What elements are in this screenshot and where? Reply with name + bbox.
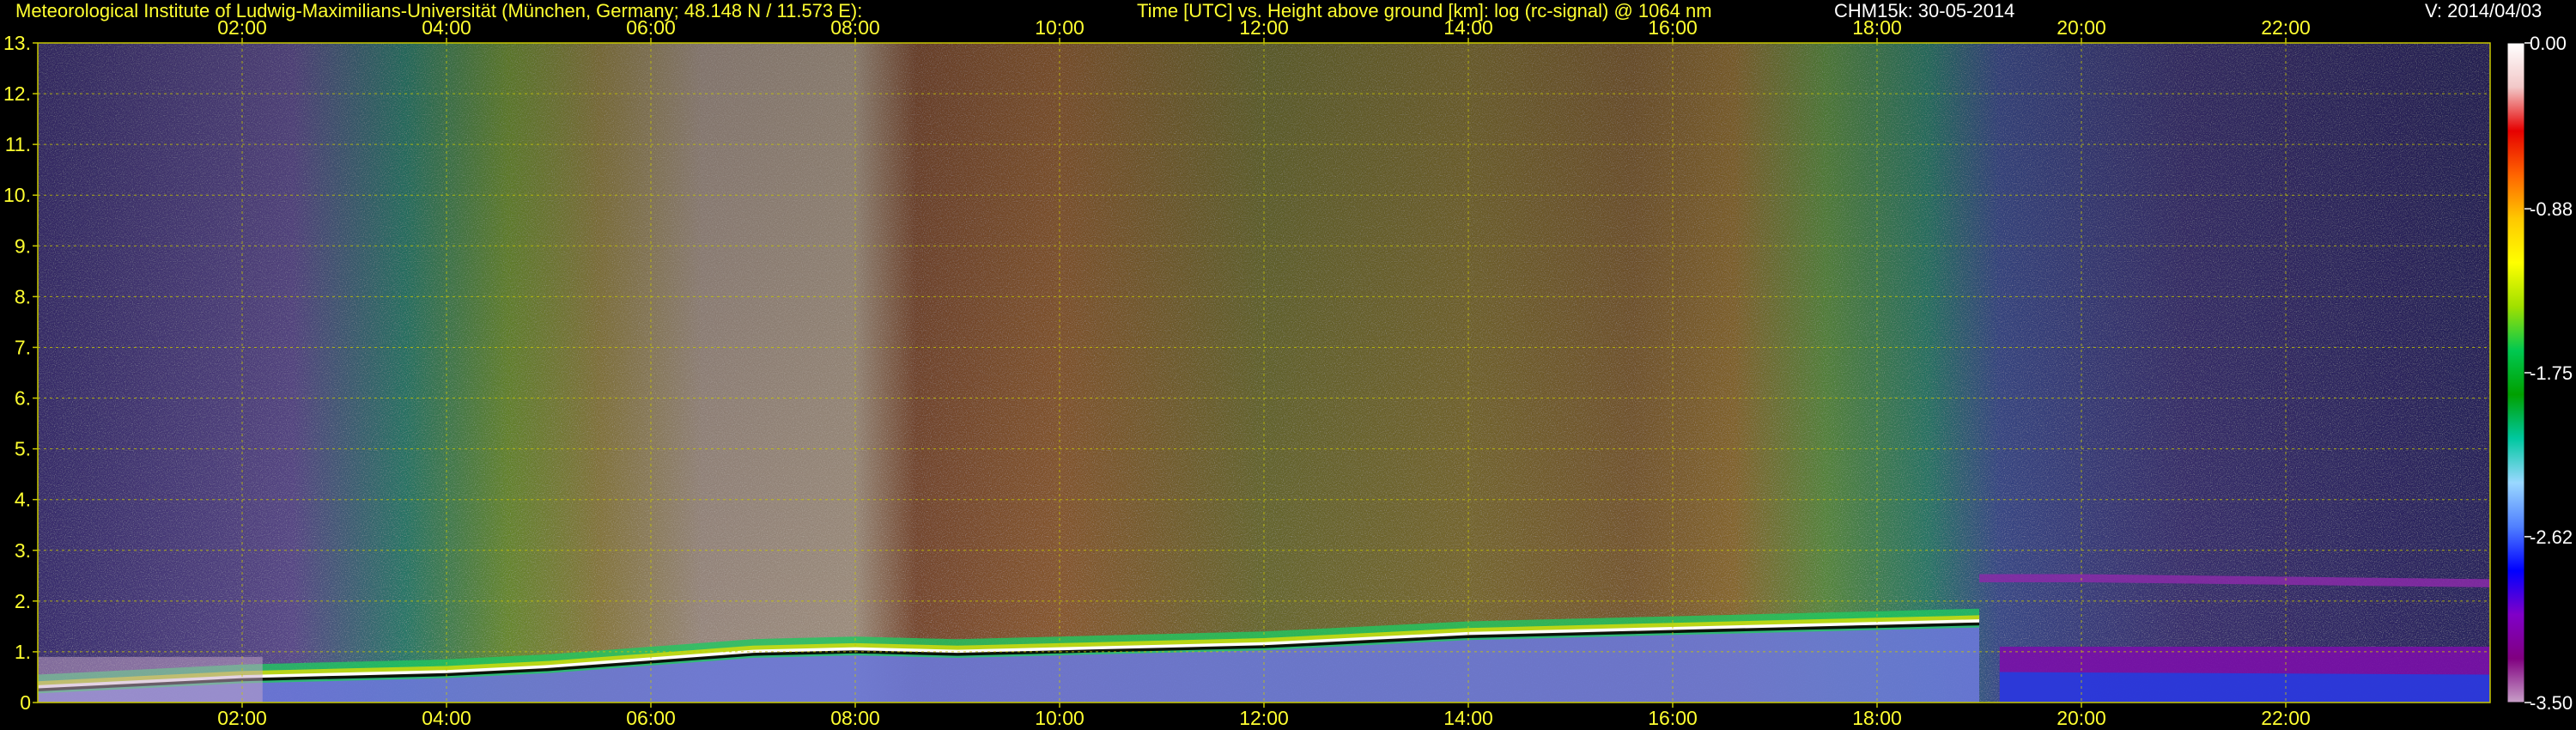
night-surface-layer	[38, 656, 263, 703]
x-tick-label-bottom: 04:00	[422, 707, 471, 729]
x-tick-label-bottom: 06:00	[626, 707, 676, 729]
y-tick-label: 4.	[15, 489, 31, 511]
y-tick-label: 6.	[15, 387, 31, 410]
colorbar-tick-label: -2.62	[2530, 526, 2573, 548]
x-tick-label-bottom: 22:00	[2261, 707, 2311, 729]
x-tick-label-top: 20:00	[2057, 16, 2106, 39]
y-axis: 0 1. 2. 3. 4. 5. 6. 7. 8. 9. 10. 11. 12. 13.	[3, 32, 38, 714]
colorbar-tick-label: -1.75	[2530, 362, 2573, 384]
colorbar-tick-label: 0.00	[2530, 33, 2567, 54]
x-tick-label-bottom: 18:00	[1852, 707, 1902, 729]
institute-label: Meteorological Institute of Ludwig-Maxim…	[15, 0, 863, 21]
y-tick-label: 5.	[15, 438, 31, 460]
y-tick-label: 8.	[15, 285, 31, 307]
colorbar-tick-label: -0.88	[2530, 198, 2573, 220]
colorbar-tick-label: -3.50	[2530, 692, 2573, 714]
x-tick-label-bottom: 16:00	[1648, 707, 1698, 729]
y-tick-label: 2.	[15, 590, 31, 612]
x-tick-label-bottom: 10:00	[1035, 707, 1084, 729]
colorbar-scale	[2506, 42, 2525, 703]
y-tick-label: 1.	[15, 641, 31, 663]
x-tick-label-bottom: 08:00	[830, 707, 880, 729]
y-tick-label: 11.	[5, 133, 31, 155]
instrument-date: CHM15k: 30-05-2014	[1834, 0, 2015, 21]
x-tick-label-top: 10:00	[1035, 16, 1084, 39]
x-tick-label-bottom: 02:00	[217, 707, 267, 729]
x-tick-label-top: 22:00	[2261, 16, 2311, 39]
x-axis-bottom: 02:00 04:00 06:00 08:00 10:00 12:00 14:00 16:00…	[217, 703, 2311, 729]
y-tick-label: 12.	[3, 82, 31, 105]
version-label: V: 2014/04/03	[2425, 0, 2543, 21]
y-tick-label: 0	[20, 691, 31, 714]
x-tick-label-bottom: 14:00	[1443, 707, 1493, 729]
y-tick-label: 3.	[15, 539, 31, 562]
y-tick-label: 13.	[3, 32, 31, 54]
evening-surface-layer	[1999, 672, 2490, 703]
ceilometer-chart: 02:00 04:00 06:00 08:00 10:00 12:00 14:00 16:00…	[3, 16, 2573, 729]
x-tick-label-bottom: 20:00	[2057, 707, 2106, 729]
plot-title: Time [UTC] vs. Height above ground [km]:…	[1137, 0, 1712, 21]
x-tick-label-bottom: 12:00	[1239, 707, 1289, 729]
y-tick-label: 7.	[15, 336, 31, 358]
y-tick-label: 9.	[15, 234, 31, 257]
y-tick-label: 10.	[3, 184, 31, 206]
colorbar: 0.00 -0.88 -1.75 -2.62 -3.50	[2506, 33, 2573, 714]
